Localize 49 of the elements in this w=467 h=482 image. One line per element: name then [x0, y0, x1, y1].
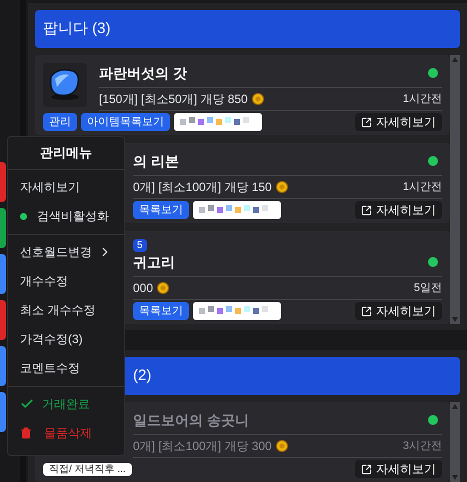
item-title: 일드보어의 송곳니: [133, 411, 249, 430]
tag-button[interactable]: 목록보기: [133, 201, 189, 219]
comment-note: 직접/ 저녁직후 ...: [43, 462, 132, 476]
item-title: 의 리본: [133, 152, 179, 171]
side-tab[interactable]: [0, 346, 6, 386]
posted-time: 1시간전: [402, 92, 442, 107]
side-tab[interactable]: [0, 254, 6, 294]
external-link-icon: [361, 204, 372, 216]
menu-item[interactable]: 물품삭제: [8, 418, 124, 448]
menu-item[interactable]: 개수수정: [8, 266, 124, 296]
menu-title: 관리메뉴: [39, 144, 93, 162]
side-tab[interactable]: [0, 392, 6, 432]
side-tab[interactable]: [0, 300, 6, 340]
item-details: 0개] [최소100개] 개당 150: [133, 179, 272, 196]
menu-item[interactable]: 최소 개수수정: [8, 296, 124, 324]
item-details: 000: [133, 280, 154, 297]
item-details: [150개] [최소50개] 개당 850: [99, 91, 248, 108]
posted-time: 3시간전: [402, 438, 442, 454]
coin-icon: [252, 93, 264, 105]
posted-time: 1시간전: [402, 180, 442, 195]
external-link-icon: [361, 306, 372, 316]
tag-button[interactable]: 아이템목록보기: [81, 113, 170, 131]
item-title: 파란버섯의 갓: [99, 64, 187, 83]
item-title: 귀고리: [133, 253, 175, 272]
details-button[interactable]: 자세히보기: [355, 201, 442, 219]
details-button[interactable]: 자세히보기: [355, 113, 442, 131]
trash-icon: [20, 427, 32, 439]
count-badge: 5: [133, 239, 147, 252]
coin-icon: [276, 181, 288, 193]
menu-item[interactable]: 자세히보기: [8, 172, 124, 202]
details-button[interactable]: 자세히보기: [355, 302, 442, 320]
external-link-icon: [361, 116, 372, 128]
coin-icon: [157, 282, 170, 294]
tag-button[interactable]: 목록보기: [133, 302, 189, 320]
side-tab[interactable]: [0, 162, 6, 202]
external-link-icon: [361, 464, 372, 474]
menu-item[interactable]: 가격수정(3): [8, 324, 124, 354]
menu-item[interactable]: 검색비활성화: [8, 202, 124, 230]
coin-icon: [276, 440, 288, 452]
side-tab[interactable]: [0, 208, 6, 248]
section-header: 팝니다 (3): [35, 10, 460, 48]
posted-time: 5일전: [414, 280, 442, 296]
scrollbar[interactable]: [450, 402, 460, 482]
item-details: 0개] [최소100개] 개당 300: [133, 438, 272, 455]
tag-button[interactable]: 관리: [43, 113, 77, 131]
menu-item[interactable]: 선호월드변경: [8, 238, 124, 266]
scrollbar[interactable]: [450, 55, 460, 324]
check-icon: [20, 397, 34, 411]
details-button[interactable]: 자세히보기: [355, 460, 442, 478]
